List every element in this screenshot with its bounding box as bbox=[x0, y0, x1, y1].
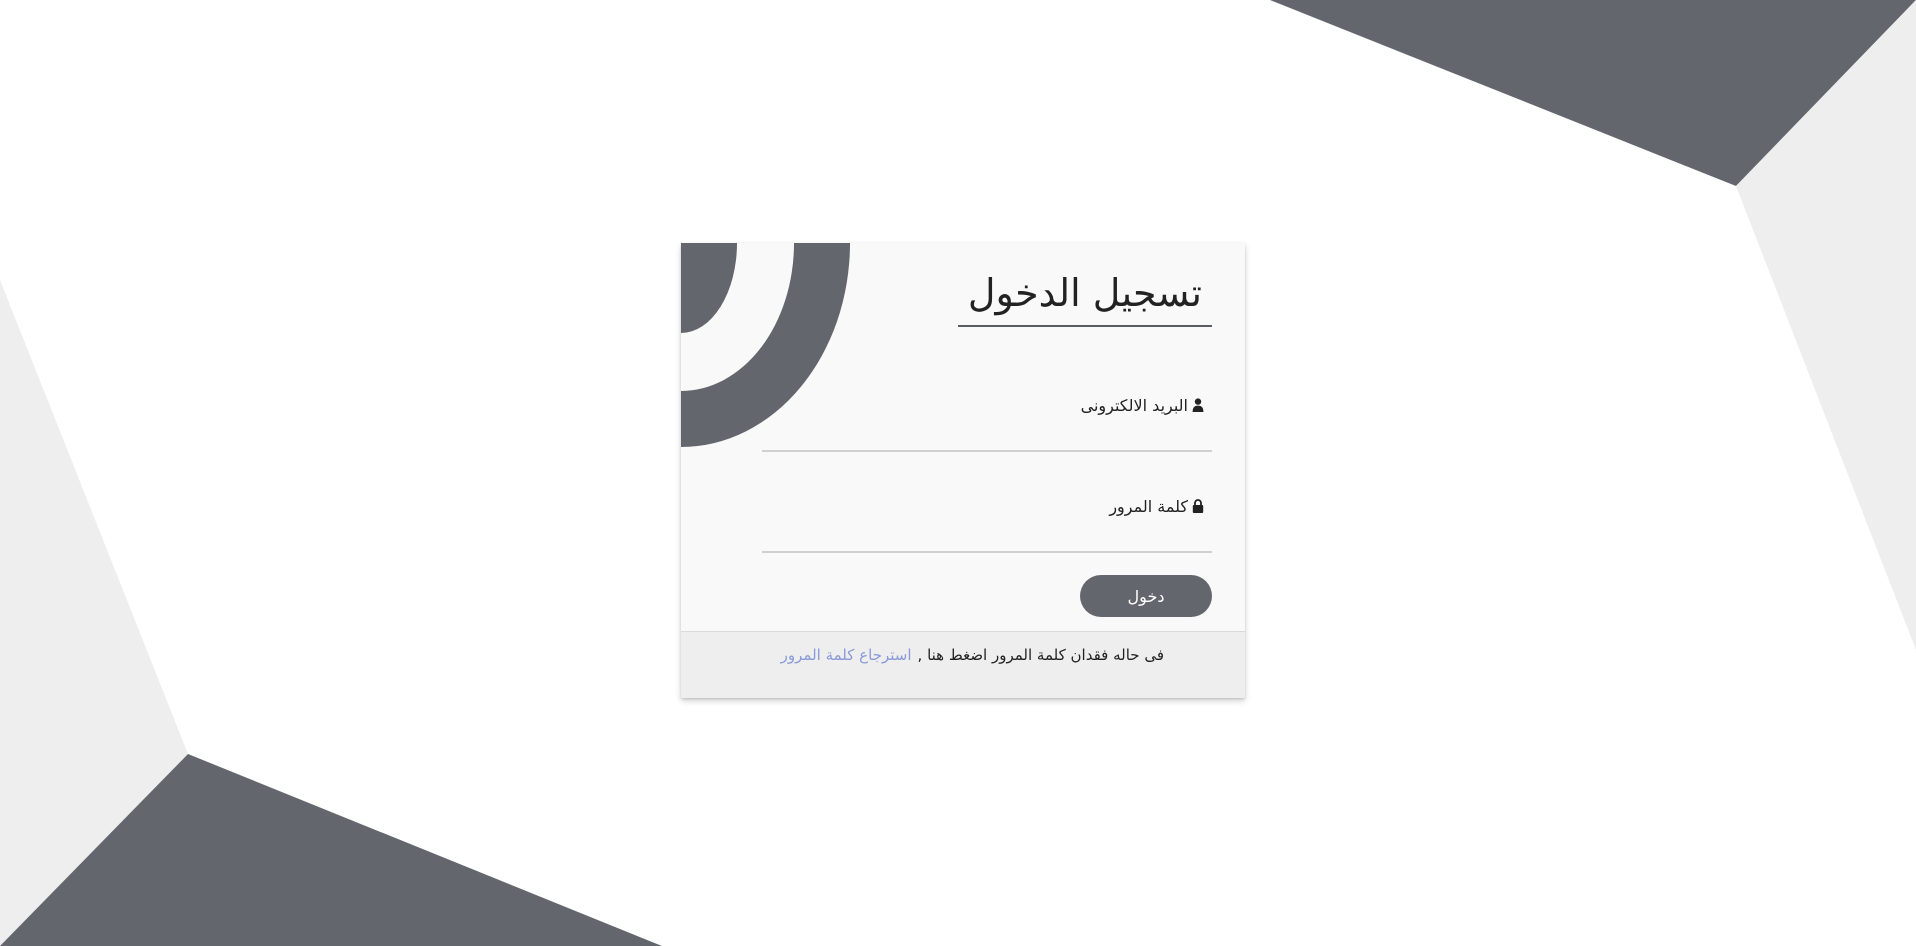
login-button[interactable]: دخول bbox=[1080, 575, 1212, 617]
page-title: تسجيل الدخول bbox=[957, 271, 1212, 327]
user-icon bbox=[1192, 398, 1204, 412]
email-input[interactable] bbox=[762, 424, 1212, 452]
login-page: تسجيل الدخول البريد الالكترونى كلمة المر… bbox=[0, 0, 1916, 946]
password-recovery-footer: فى حاله فقدان كلمة المرور اضغط هنا , است… bbox=[681, 631, 1245, 698]
recovery-hint-text: فى حاله فقدان كلمة المرور اضغط هنا , bbox=[917, 646, 1164, 664]
password-input[interactable] bbox=[762, 525, 1212, 553]
email-field-group: البريد الالكترونى bbox=[762, 394, 1212, 452]
login-card: تسجيل الدخول البريد الالكترونى كلمة المر… bbox=[681, 243, 1245, 698]
lock-icon bbox=[1192, 499, 1204, 513]
password-label-text: كلمة المرور bbox=[1109, 496, 1188, 516]
recover-password-link[interactable]: استرجاع كلمة المرور bbox=[781, 646, 912, 664]
password-label: كلمة المرور bbox=[766, 495, 1212, 517]
email-label-text: البريد الالكترونى bbox=[1080, 395, 1188, 415]
password-field-group: كلمة المرور bbox=[762, 495, 1212, 553]
email-label: البريد الالكترونى bbox=[766, 394, 1212, 416]
